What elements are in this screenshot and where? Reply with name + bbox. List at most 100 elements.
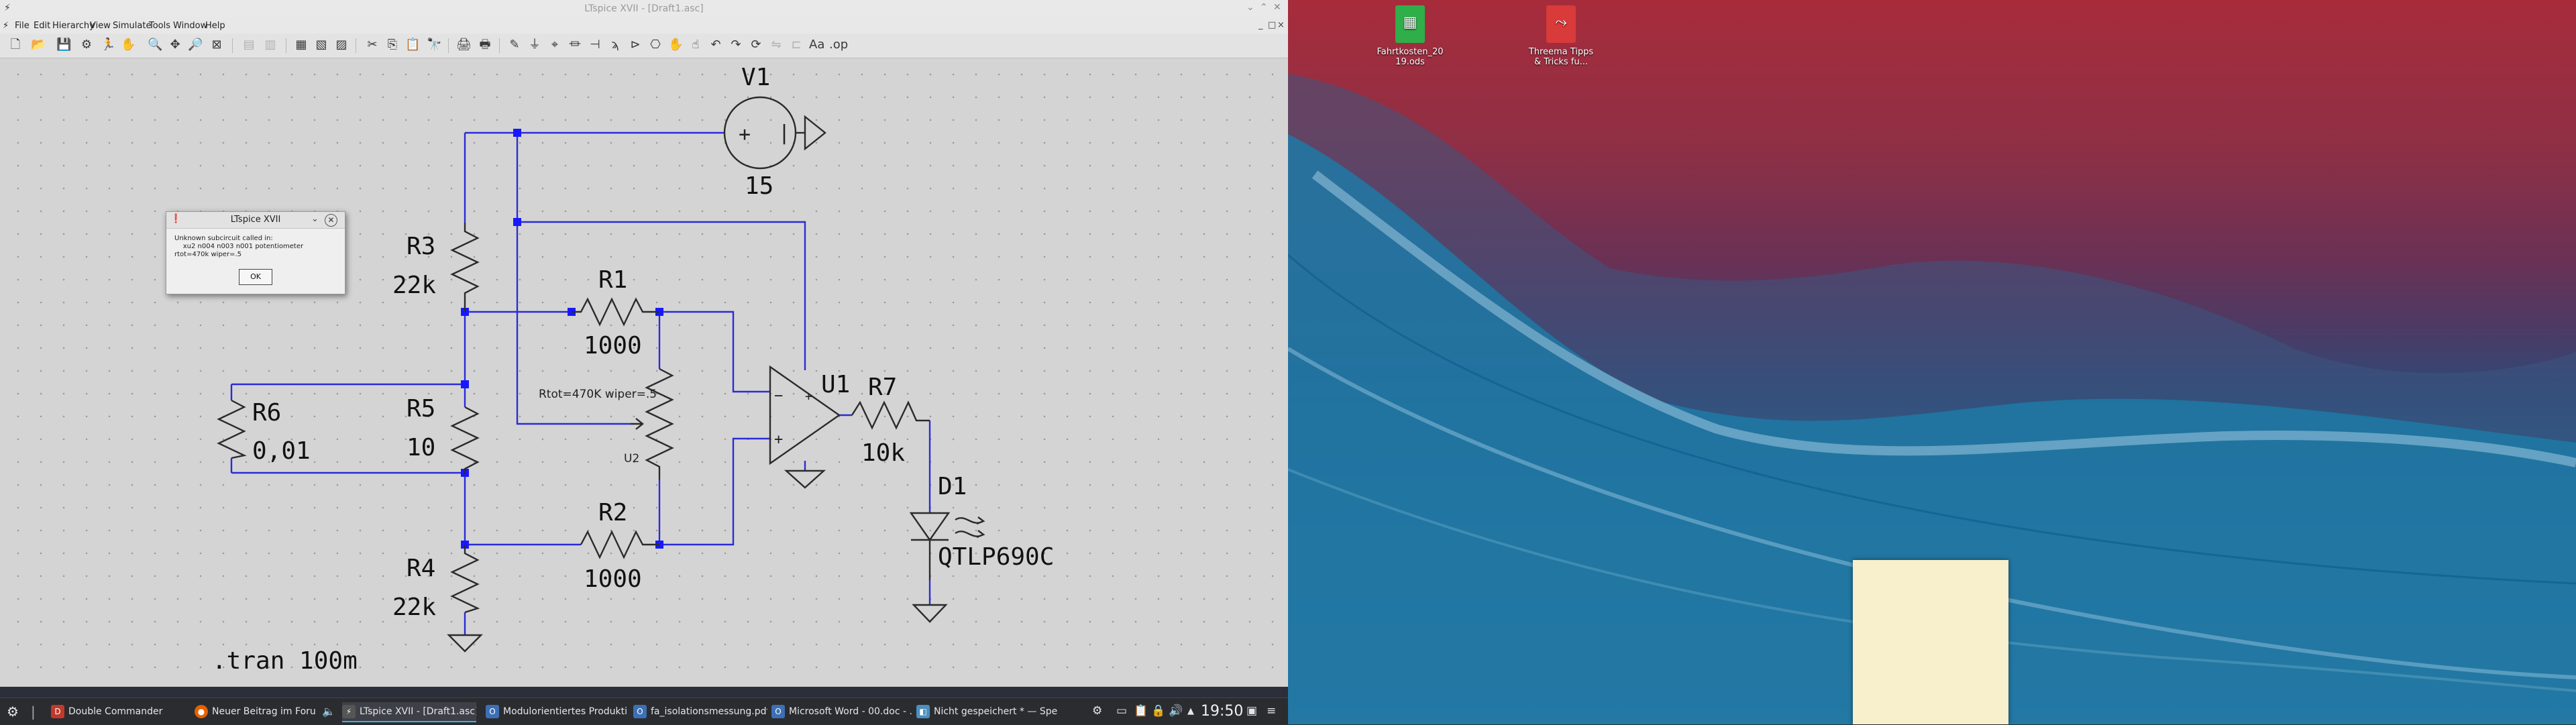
menu-edit[interactable]: Edit <box>34 21 50 31</box>
wire-icon[interactable]: ✎ <box>507 38 522 52</box>
pdf-file-icon: ⤳ <box>1546 5 1576 43</box>
schematic-canvas[interactable]: + | V1 15 R3 22k R1 1000 R6 0,01 R5 10 R… <box>0 58 1287 687</box>
svg-text:+: + <box>739 123 751 146</box>
new-schematic-icon[interactable]: 🗋 <box>8 38 23 52</box>
paste-icon[interactable]: 📋 <box>405 38 420 52</box>
led-d1[interactable]: D1 QTLP690C <box>909 473 1054 623</box>
volume-tray-icon[interactable]: 🔊 <box>1169 704 1183 718</box>
task-double-commander[interactable]: D Double Commander <box>51 702 185 721</box>
undo-icon[interactable]: ↶ <box>708 38 723 52</box>
lock-tray-icon[interactable]: 🔒 <box>1151 704 1165 718</box>
resistor-r1[interactable]: R1 1000 <box>572 266 659 359</box>
zoom-out-icon[interactable]: 🔎 <box>188 38 203 52</box>
print-setup-icon[interactable]: 🖨 <box>456 38 472 52</box>
r3-value: 22k <box>392 272 436 299</box>
zoom-in-icon[interactable]: 🔍 <box>148 38 162 52</box>
menu-window[interactable]: Window <box>173 21 207 31</box>
mirror-icon[interactable]: ⇋ <box>769 38 784 52</box>
desktop-icon-fahrtkosten[interactable]: ▦ Fahrtkosten_20 19.ods <box>1370 5 1450 67</box>
r6-name: R6 <box>252 399 281 427</box>
display-tray-icon[interactable]: ▭ <box>1116 704 1127 718</box>
drag-icon[interactable]: ☝ <box>688 38 703 52</box>
task-firefox[interactable]: ● Neuer Beitrag im Foru... <box>195 702 315 721</box>
task-fa-isolationsmessung[interactable]: Ofa_isolationsmessung.pdf ... <box>633 702 767 721</box>
cut-icon[interactable]: ✂ <box>365 38 380 52</box>
control-panel-icon[interactable]: ⚙ <box>79 38 94 52</box>
clock[interactable]: 19:50 <box>1201 703 1243 720</box>
print-icon[interactable]: 🖶 <box>478 38 492 52</box>
pdf-viewer-icon: O <box>486 705 499 718</box>
run-icon[interactable]: 🏃 <box>101 38 115 52</box>
label-net-icon[interactable]: ⌖ <box>547 38 562 52</box>
dialog-close-icon[interactable]: ✕ <box>325 214 337 227</box>
spice-directive-icon[interactable]: .op <box>829 38 848 52</box>
tile-horizontal-icon[interactable]: ▦ <box>294 38 309 52</box>
resistor-icon[interactable]: ⏛ <box>568 38 582 52</box>
tile-vertical-icon[interactable]: ▧ <box>314 38 329 52</box>
ok-button[interactable]: OK <box>239 269 272 285</box>
pager-icon[interactable]: | <box>31 702 47 721</box>
redo-icon[interactable]: ↷ <box>729 38 743 52</box>
cascade-icon[interactable]: ▨ <box>334 38 349 52</box>
delete-trace-icon[interactable]: ▥ <box>263 38 278 52</box>
capacitor-icon[interactable]: ⊣ <box>588 38 602 52</box>
show-desktop-icon[interactable]: ▣ <box>1246 704 1257 718</box>
spice-directive-tran[interactable]: .tran 100m <box>212 647 358 675</box>
mdi-minimize-button[interactable]: _ <box>1258 20 1263 30</box>
resistor-r6[interactable]: R6 0,01 <box>217 399 311 465</box>
close-icon[interactable]: ✕ <box>1273 2 1281 13</box>
task-ltspice[interactable]: ⚡ LTspice XVII - [Draft1.asc] <box>342 702 476 722</box>
clipboard-tray-icon[interactable]: 📋 <box>1134 704 1148 718</box>
find-icon[interactable]: 🔭 <box>427 38 441 52</box>
resistor-r5[interactable]: R5 10 <box>407 395 480 474</box>
menu-simulate[interactable]: Simulate <box>113 21 151 31</box>
menu-bar: ⚡ File Edit Hierarchy View Simulate Tool… <box>0 17 1288 34</box>
task-spectacle[interactable]: ◧ Nicht gespeichert * — Spect... <box>916 702 1057 721</box>
sticky-note-widget[interactable] <box>1853 560 2008 724</box>
speaker-task-icon[interactable]: 🔈 <box>322 702 337 721</box>
settings-tray-icon[interactable]: ⚙ <box>1092 704 1102 718</box>
u1-name: U1 <box>821 371 850 398</box>
menu-help[interactable]: Help <box>205 21 225 31</box>
text-box-icon[interactable]: ⊏ <box>789 38 804 52</box>
expand-tray-icon[interactable]: ▲ <box>1187 706 1194 716</box>
voltage-source-v1[interactable]: + | V1 15 <box>723 64 826 200</box>
resistor-r7[interactable]: R7 10k <box>851 374 930 467</box>
dialog-menu-icon[interactable]: ⌄ <box>311 214 319 224</box>
resistor-r4[interactable]: R4 22k <box>392 545 483 653</box>
rotate-icon[interactable]: ⟳ <box>749 38 763 52</box>
zoom-fit-icon[interactable]: ⊠ <box>209 38 224 52</box>
ground-icon[interactable]: ⏚ <box>527 38 542 52</box>
menu-tools[interactable]: Tools <box>149 21 170 31</box>
resistor-r3[interactable]: R3 22k <box>392 223 480 312</box>
move-icon[interactable]: ✋ <box>668 38 683 52</box>
text-icon[interactable]: Aa <box>809 38 824 52</box>
inductor-icon[interactable]: ϡ <box>608 38 623 52</box>
open-icon[interactable]: 📂 <box>31 38 46 52</box>
minimize-icon[interactable]: ⌄ <box>1246 2 1254 13</box>
mdi-restore-button[interactable]: □ <box>1268 20 1276 30</box>
save-icon[interactable]: 💾 <box>56 38 71 52</box>
panel-menu-icon[interactable]: ≡ <box>1267 704 1276 718</box>
mdi-system-icon[interactable]: ⚡ <box>3 21 9 31</box>
dialog-message: Unknown subcircuit called in: xu2 n004 n… <box>174 235 304 258</box>
pan-icon[interactable]: ✥ <box>168 38 182 52</box>
app-launcher-icon[interactable]: ⚙ <box>7 702 27 721</box>
task-microsoft-word[interactable]: O Microsoft Word - 00.doc - ... <box>771 702 912 721</box>
menu-hierarchy[interactable]: Hierarchy <box>52 21 95 31</box>
dialog-titlebar[interactable]: ❗ LTspice XVII ⌄ ✕ <box>166 212 345 229</box>
resistor-r2[interactable]: R2 1000 <box>580 499 659 593</box>
menu-view[interactable]: View <box>90 21 111 31</box>
component-icon[interactable]: ⎔ <box>648 38 663 52</box>
desktop-icon-threema[interactable]: ⤳ Threema Tipps & Tricks fu... <box>1521 5 1601 67</box>
window-titlebar[interactable]: ⚡ LTspice XVII - [Draft1.asc] ⌄ ⌃ ✕ <box>0 0 1288 18</box>
halt-icon[interactable]: ✋ <box>121 38 136 52</box>
maximize-icon[interactable]: ⌃ <box>1260 2 1268 13</box>
menu-file[interactable]: File <box>15 21 30 31</box>
mdi-close-button[interactable]: × <box>1277 20 1285 30</box>
task-modulorientiertes[interactable]: O Modulorientiertes Produkti... <box>486 702 627 721</box>
copy-icon[interactable]: ⎘ <box>385 38 400 52</box>
opamp-u1[interactable]: − + + U1 <box>769 365 850 489</box>
diode-icon[interactable]: ⊳ <box>628 38 643 52</box>
autorange-icon[interactable]: ▤ <box>241 38 256 52</box>
